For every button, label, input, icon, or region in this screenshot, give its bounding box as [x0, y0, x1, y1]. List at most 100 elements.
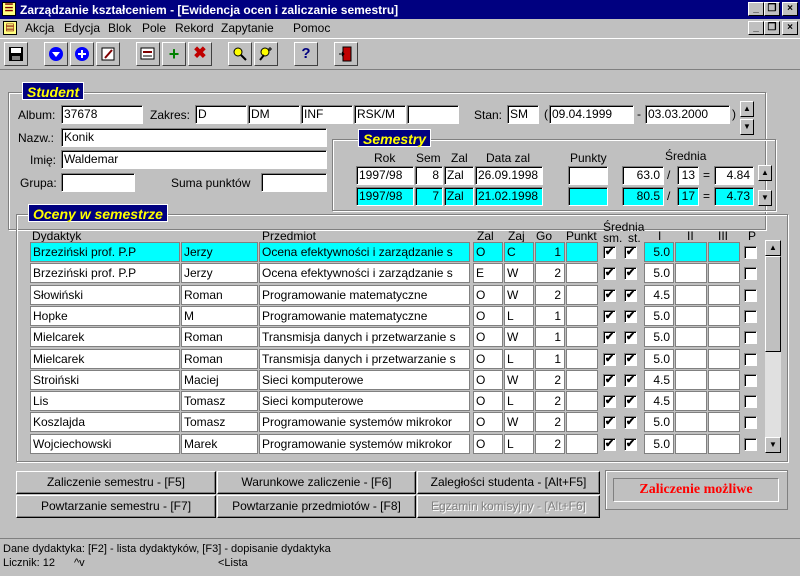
cell-imie[interactable]: M: [181, 305, 258, 326]
date-from-field[interactable]: 09.04.1999: [549, 105, 634, 124]
cell-grade-iii[interactable]: [708, 284, 740, 305]
mdi-close-button[interactable]: ×: [782, 21, 798, 35]
sem-row1-count[interactable]: 13: [677, 166, 699, 185]
cell-grade-i[interactable]: 5.0: [644, 263, 674, 284]
menu-edycja[interactable]: Edycja: [64, 21, 100, 35]
sem-row2-sum[interactable]: 80.5: [622, 187, 664, 206]
cell-grade-ii[interactable]: [675, 242, 707, 262]
cell-go[interactable]: 1: [535, 327, 565, 348]
cell-grade-ii[interactable]: [675, 369, 707, 390]
cell-zal[interactable]: O: [473, 412, 503, 433]
checkbox-sm[interactable]: ✔: [603, 373, 616, 387]
cell-zaj[interactable]: L: [504, 433, 534, 454]
checkbox-sm[interactable]: ✔: [603, 437, 616, 451]
checkbox-sm[interactable]: ✔: [603, 416, 616, 430]
cell-grade-i[interactable]: 5.0: [644, 412, 674, 433]
cell-grade-i[interactable]: 5.0: [644, 348, 674, 369]
grupa-field[interactable]: [61, 173, 135, 192]
cell-zaj[interactable]: L: [504, 305, 534, 326]
cell-grade-ii[interactable]: [675, 348, 707, 369]
cell-imie[interactable]: Jerzy: [181, 242, 258, 262]
sem-row2-avg[interactable]: 4.73: [714, 187, 754, 206]
checkbox-st[interactable]: ✔: [624, 395, 637, 409]
menu-pomoc[interactable]: Pomoc: [293, 21, 330, 35]
zaliczenie-semestru-button[interactable]: Zaliczenie semestru - [F5]: [16, 471, 216, 494]
cell-imie[interactable]: Maciej: [181, 369, 258, 390]
cell-punkt[interactable]: [566, 305, 598, 326]
close-button[interactable]: ×: [782, 2, 798, 16]
checkbox-st[interactable]: ✔: [624, 309, 637, 323]
cell-grade-i[interactable]: 5.0: [644, 242, 674, 262]
cell-zal[interactable]: O: [473, 305, 503, 326]
checkbox-p[interactable]: [744, 331, 757, 345]
cell-go[interactable]: 2: [535, 412, 565, 433]
cell-imie[interactable]: Roman: [181, 348, 258, 369]
date-to-field[interactable]: 03.03.2000: [645, 105, 730, 124]
sem-row2-count[interactable]: 17: [677, 187, 699, 206]
cell-zal[interactable]: O: [473, 369, 503, 390]
cell-zal[interactable]: O: [473, 327, 503, 348]
checkbox-p[interactable]: [744, 373, 757, 387]
scroll-thumb[interactable]: [765, 256, 781, 352]
cell-grade-i[interactable]: 4.5: [644, 369, 674, 390]
checkbox-p[interactable]: [744, 395, 757, 409]
semestry-scroll-down[interactable]: ▼: [758, 190, 772, 206]
zakres-field-4[interactable]: RSK/M: [354, 105, 406, 124]
cell-dydaktyk[interactable]: Wojciechowski: [30, 433, 180, 454]
cell-zaj[interactable]: W: [504, 284, 534, 305]
checkbox-st[interactable]: ✔: [624, 437, 637, 451]
checkbox-st[interactable]: ✔: [624, 416, 637, 430]
search-execute-icon[interactable]: [254, 42, 278, 66]
cell-grade-ii[interactable]: [675, 391, 707, 412]
mdi-restore-button[interactable]: ❐: [764, 21, 780, 35]
semestry-scroll-up[interactable]: ▲: [758, 165, 772, 181]
cell-przedmiot[interactable]: Ocena efektywności i zarządzanie s: [259, 263, 470, 284]
zaleglosci-studenta-button[interactable]: Zaległości studenta - [Alt+F5]: [417, 471, 600, 494]
cell-grade-iii[interactable]: [708, 369, 740, 390]
zakres-field-5[interactable]: [407, 105, 459, 124]
sem-row1-punkty[interactable]: [568, 166, 608, 185]
cell-punkt[interactable]: [566, 433, 598, 454]
cell-dydaktyk[interactable]: Stroiński: [30, 369, 180, 390]
nazw-field[interactable]: Konik: [61, 128, 327, 147]
cell-grade-i[interactable]: 5.0: [644, 305, 674, 326]
cell-zal[interactable]: O: [473, 284, 503, 305]
sem-row1-sum[interactable]: 63.0: [622, 166, 664, 185]
sem-row1-zal[interactable]: Zal: [444, 166, 474, 185]
cell-zaj[interactable]: W: [504, 412, 534, 433]
query-icon[interactable]: [136, 42, 160, 66]
cell-punkt[interactable]: [566, 412, 598, 433]
sem-row2-rok[interactable]: 1997/98: [356, 187, 414, 206]
cell-grade-iii[interactable]: [708, 263, 740, 284]
cell-zaj[interactable]: W: [504, 369, 534, 390]
checkbox-st[interactable]: ✔: [624, 267, 637, 281]
cell-go[interactable]: 2: [535, 391, 565, 412]
cell-punkt[interactable]: [566, 369, 598, 390]
sem-row1-avg[interactable]: 4.84: [714, 166, 754, 185]
cell-dydaktyk[interactable]: Brzeziński prof. P.P: [30, 242, 180, 262]
cell-go[interactable]: 1: [535, 242, 565, 262]
warunkowe-zaliczenie-button[interactable]: Warunkowe zaliczenie - [F6]: [217, 471, 416, 494]
save-icon[interactable]: [4, 42, 28, 66]
zakres-field-1[interactable]: D: [195, 105, 247, 124]
checkbox-st[interactable]: ✔: [624, 352, 637, 366]
cell-punkt[interactable]: [566, 263, 598, 284]
cell-zal[interactable]: O: [473, 391, 503, 412]
document-icon[interactable]: ▤: [3, 21, 17, 35]
cell-dydaktyk[interactable]: Hopke: [30, 305, 180, 326]
sem-row1-data[interactable]: 26.09.1998: [475, 166, 543, 185]
powtarzanie-przedmiotow-button[interactable]: Powtarzanie przedmiotów - [F8]: [217, 495, 416, 518]
checkbox-p[interactable]: [744, 352, 757, 366]
cell-grade-ii[interactable]: [675, 284, 707, 305]
delete-icon[interactable]: ✖: [188, 42, 212, 66]
checkbox-p[interactable]: [744, 267, 757, 281]
sem-row2-zal[interactable]: Zal: [444, 187, 474, 206]
menu-rekord[interactable]: Rekord: [175, 21, 214, 35]
cell-przedmiot[interactable]: Transmisja danych i przetwarzanie s: [259, 327, 470, 348]
menu-blok[interactable]: Blok: [108, 21, 131, 35]
mdi-minimize-button[interactable]: _: [748, 21, 764, 35]
cell-imie[interactable]: Tomasz: [181, 412, 258, 433]
cell-zal[interactable]: O: [473, 348, 503, 369]
cell-go[interactable]: 2: [535, 263, 565, 284]
checkbox-sm[interactable]: ✔: [603, 352, 616, 366]
